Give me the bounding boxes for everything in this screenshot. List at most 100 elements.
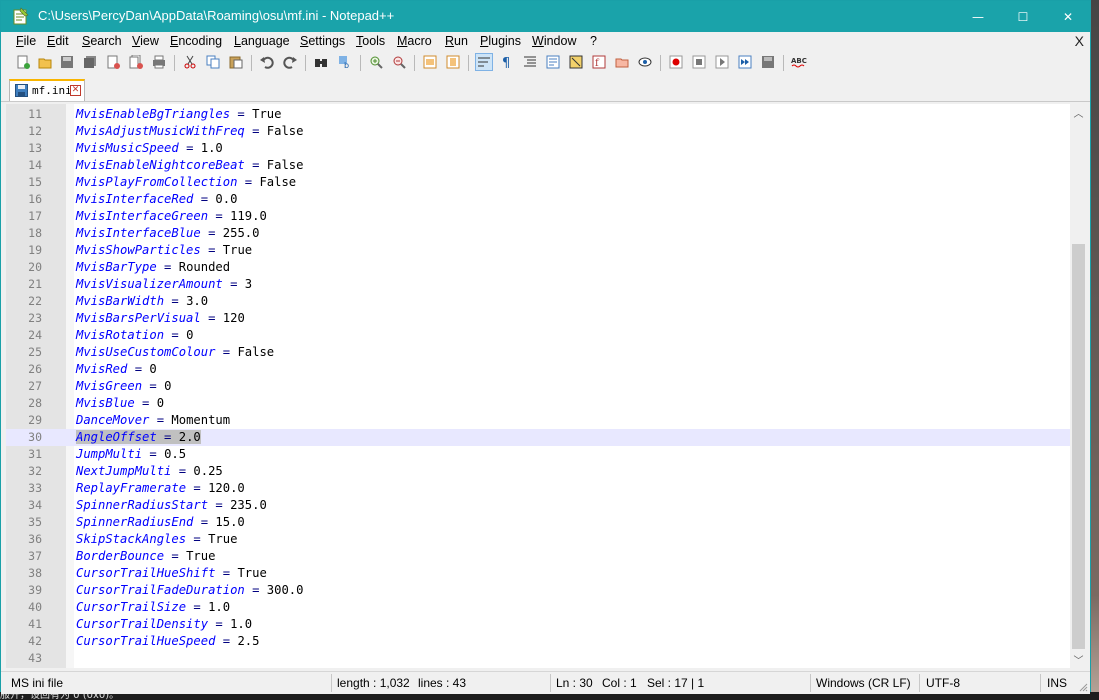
code-line[interactable]: 18 MvisInterfaceBlue = 255.0: [6, 225, 1070, 242]
menu-window[interactable]: Window: [532, 34, 576, 48]
code-line[interactable]: 41 CursorTrailDensity = 1.0: [6, 616, 1070, 633]
code-line[interactable]: 15 MvisPlayFromCollection = False: [6, 174, 1070, 191]
title-bar[interactable]: C:\Users\PercyDan\AppData\Roaming\osu\mf…: [1, 1, 1090, 32]
sync-vertical-icon[interactable]: [422, 54, 438, 70]
play-macro-icon[interactable]: [714, 54, 730, 70]
vertical-scrollbar[interactable]: ︿ ﹀: [1070, 104, 1087, 668]
code-line[interactable]: 33 ReplayFramerate = 120.0: [6, 480, 1070, 497]
ini-operator: =: [200, 226, 223, 240]
code-line[interactable]: 29 DanceMover = Momentum: [6, 412, 1070, 429]
copy-icon[interactable]: [205, 54, 221, 70]
menu-help[interactable]: ?: [590, 34, 597, 48]
tab-mf-ini[interactable]: mf.ini ✕: [9, 79, 85, 101]
word-wrap-icon[interactable]: [475, 53, 493, 71]
code-line[interactable]: 39 CursorTrailFadeDuration = 300.0: [6, 582, 1070, 599]
menu-search[interactable]: Search: [82, 34, 122, 48]
code-line[interactable]: 28 MvisBlue = 0: [6, 395, 1070, 412]
close-button[interactable]: ✕: [1045, 1, 1091, 32]
folder-workspace-icon[interactable]: [614, 54, 630, 70]
code-line[interactable]: 25 MvisUseCustomColour = False: [6, 344, 1070, 361]
paste-icon[interactable]: [228, 54, 244, 70]
status-eol-format[interactable]: Windows (CR LF): [816, 676, 911, 690]
code-line[interactable]: 36 SkipStackAngles = True: [6, 531, 1070, 548]
code-line[interactable]: 31 JumpMulti = 0.5: [6, 446, 1070, 463]
code-line[interactable]: 34 SpinnerRadiusStart = 235.0: [6, 497, 1070, 514]
minimize-button[interactable]: —: [955, 1, 1001, 32]
menu-macro[interactable]: Macro: [397, 34, 432, 48]
code-line[interactable]: 26 MvisRed = 0: [6, 361, 1070, 378]
resize-grip-icon[interactable]: [1078, 682, 1088, 692]
show-all-characters-icon[interactable]: ¶: [499, 54, 515, 70]
menu-view[interactable]: View: [132, 34, 159, 48]
save-icon[interactable]: [59, 54, 75, 70]
code-line[interactable]: 30 AngleOffset = 2.0: [6, 429, 1070, 446]
code-line[interactable]: 13 MvisMusicSpeed = 1.0: [6, 140, 1070, 157]
code-line[interactable]: 20 MvisBarType = Rounded: [6, 259, 1070, 276]
zoom-out-icon[interactable]: [391, 54, 407, 70]
menu-run[interactable]: Run: [445, 34, 468, 48]
save-macro-icon[interactable]: [760, 54, 776, 70]
zoom-in-icon[interactable]: [368, 54, 384, 70]
code-line[interactable]: 24 MvisRotation = 0: [6, 327, 1070, 344]
document-map-icon[interactable]: [568, 54, 584, 70]
record-macro-icon[interactable]: [668, 54, 684, 70]
selection: MvisGreen = 0: [76, 379, 171, 393]
open-file-icon[interactable]: [37, 54, 53, 70]
code-line[interactable]: 27 MvisGreen = 0: [6, 378, 1070, 395]
code-line[interactable]: 22 MvisBarWidth = 3.0: [6, 293, 1070, 310]
indent-guide-icon[interactable]: [522, 54, 538, 70]
menu-tools[interactable]: Tools: [356, 34, 385, 48]
status-encoding[interactable]: UTF-8: [926, 676, 960, 690]
function-list-icon[interactable]: f: [591, 54, 607, 70]
ini-value: 0: [156, 396, 165, 410]
replace-icon[interactable]: b: [337, 54, 353, 70]
line-number: 41: [28, 617, 42, 631]
code-line[interactable]: 19 MvisShowParticles = True: [6, 242, 1070, 259]
menu-edit[interactable]: Edit: [47, 34, 69, 48]
scrollbar-thumb[interactable]: [1072, 244, 1085, 649]
tab-close-icon[interactable]: ✕: [70, 85, 81, 96]
code-line[interactable]: 32 NextJumpMulti = 0.25: [6, 463, 1070, 480]
code-line[interactable]: 14 MvisEnableNightcoreBeat = False: [6, 157, 1070, 174]
spell-check-icon[interactable]: ABC: [791, 54, 807, 70]
new-file-icon[interactable]: [15, 54, 31, 70]
print-icon[interactable]: [151, 54, 167, 70]
cut-icon[interactable]: [182, 54, 198, 70]
menu-file[interactable]: File: [16, 34, 36, 48]
code-line[interactable]: 21 MvisVisualizerAmount = 3: [6, 276, 1070, 293]
maximize-button[interactable]: ☐: [1000, 1, 1046, 32]
save-all-icon[interactable]: [82, 54, 98, 70]
close-document-button[interactable]: X: [1075, 33, 1084, 49]
code-line[interactable]: 35 SpinnerRadiusEnd = 15.0: [6, 514, 1070, 531]
code-line[interactable]: 37 BorderBounce = True: [6, 548, 1070, 565]
stop-macro-icon[interactable]: [691, 54, 707, 70]
status-file-type: MS ini file: [11, 676, 64, 690]
scroll-up-icon[interactable]: ︿: [1070, 104, 1087, 121]
find-icon[interactable]: [313, 54, 329, 70]
close-file-icon[interactable]: [105, 54, 121, 70]
code-line[interactable]: 38 CursorTrailHueShift = True: [6, 565, 1070, 582]
sync-horizontal-icon[interactable]: [445, 54, 461, 70]
code-line[interactable]: 42 CursorTrailHueSpeed = 2.5: [6, 633, 1070, 650]
scroll-down-icon[interactable]: ﹀: [1070, 651, 1087, 668]
redo-icon[interactable]: [282, 54, 298, 70]
menu-settings[interactable]: Settings: [300, 34, 345, 48]
define-language-icon[interactable]: [545, 54, 561, 70]
menu-language[interactable]: Language: [234, 34, 290, 48]
code-line[interactable]: 11 MvisEnableBgTriangles = True: [6, 106, 1070, 123]
editor-area[interactable]: 11 MvisEnableBgTriangles = True 12 MvisAdju…: [6, 104, 1087, 668]
code-line[interactable]: 23 MvisBarsPerVisual = 120: [6, 310, 1070, 327]
code-line[interactable]: 43: [6, 650, 1070, 667]
monitoring-eye-icon[interactable]: [637, 54, 653, 70]
undo-icon[interactable]: [259, 54, 275, 70]
close-all-icon[interactable]: [128, 54, 144, 70]
ini-operator: =: [215, 634, 238, 648]
menu-plugins[interactable]: Plugins: [480, 34, 521, 48]
status-insert-mode[interactable]: INS: [1047, 676, 1067, 690]
code-line[interactable]: 12 MvisAdjustMusicWithFreq = False: [6, 123, 1070, 140]
run-macro-multiple-icon[interactable]: [737, 54, 753, 70]
code-line[interactable]: 40 CursorTrailSize = 1.0: [6, 599, 1070, 616]
code-line[interactable]: 16 MvisInterfaceRed = 0.0: [6, 191, 1070, 208]
code-line[interactable]: 17 MvisInterfaceGreen = 119.0: [6, 208, 1070, 225]
menu-encoding[interactable]: Encoding: [170, 34, 222, 48]
